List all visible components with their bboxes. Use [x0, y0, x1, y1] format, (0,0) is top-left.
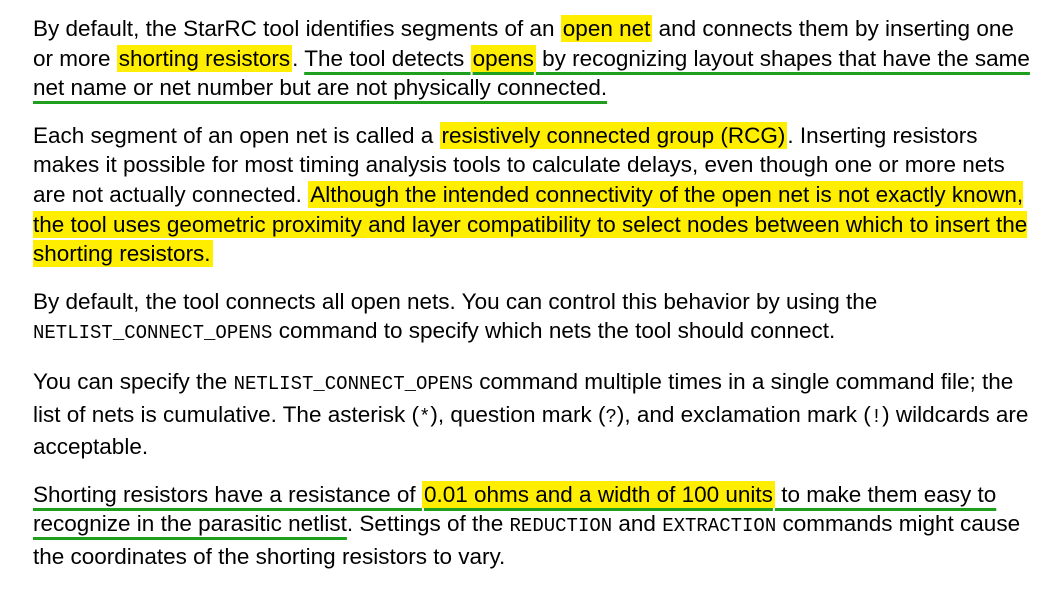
highlight-resistance-value: 0.01 ohms and a width of 100 units [421, 480, 775, 508]
paragraph-rcg: Each segment of an open net is called a … [33, 121, 1033, 269]
text-span: You can specify the [33, 368, 234, 394]
text-span: . [292, 45, 305, 71]
paragraph-open-nets: By default, the StarRC tool identifies s… [33, 14, 1033, 103]
text-span: ), question mark ( [430, 401, 606, 427]
text-span: Each segment of an open net is called a [33, 122, 440, 148]
code-netlist-connect-opens: NETLIST_CONNECT_OPENS [33, 322, 273, 345]
code-exclamation-mark: ! [870, 405, 883, 428]
code-netlist-connect-opens: NETLIST_CONNECT_OPENS [233, 372, 474, 395]
highlight-rcg: resistively connected group (RCG) [439, 121, 788, 149]
text-span: By default, the StarRC tool identifies s… [33, 16, 561, 41]
text-span: By default, the tool connects all open n… [33, 288, 878, 314]
text-span: and [612, 511, 663, 537]
code-asterisk: * [418, 405, 431, 428]
text-span: The tool detects [304, 45, 471, 71]
code-question-mark: ? [605, 405, 617, 428]
highlight-opens: opens [470, 44, 536, 72]
text-span: . Settings of the [346, 511, 510, 537]
text-span: ), and exclamation mark ( [616, 401, 871, 427]
paragraph-default-connect: By default, the tool connects all open n… [33, 287, 1033, 349]
highlight-shorting-resistors: shorting resistors [116, 44, 293, 72]
paragraph-resistance: Shorting resistors have a resistance of … [33, 480, 1033, 572]
code-extraction: EXTRACTION [662, 515, 777, 538]
text-span: command to specify which nets the tool s… [272, 318, 836, 344]
highlight-open-net: open net [560, 15, 653, 42]
document-body: By default, the StarRC tool identifies s… [33, 14, 1033, 590]
text-span: Shorting resistors have a resistance of [33, 481, 422, 507]
code-reduction: REDUCTION [509, 515, 613, 538]
paragraph-wildcards: You can specify the NETLIST_CONNECT_OPEN… [33, 367, 1033, 462]
